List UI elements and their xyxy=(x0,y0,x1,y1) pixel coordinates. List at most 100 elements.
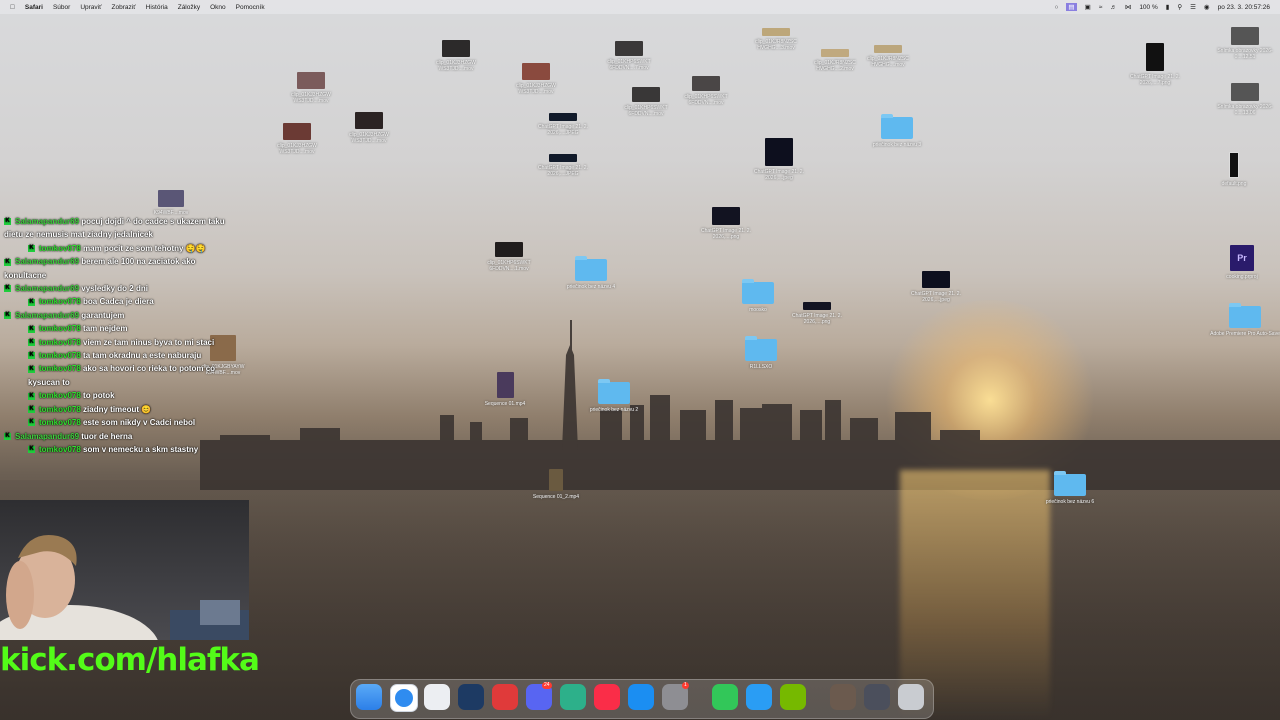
chat-text: tuor de herna xyxy=(81,431,133,441)
chat-message: Ktomkov078 viem ze tam ninus byva to mi … xyxy=(4,336,234,349)
chat-message: Ktomkov078 ziadny timeout 😊 xyxy=(4,403,234,416)
chat-username: tomkov078 xyxy=(39,337,81,347)
desktop-folder[interactable]: priečinok bez názvu 3 xyxy=(862,114,932,148)
finder-icon[interactable] xyxy=(356,684,382,710)
control-center-icon[interactable]: ☰ xyxy=(1190,3,1196,11)
launchpad-icon[interactable] xyxy=(424,684,450,710)
chat-badge-icon: K xyxy=(28,406,35,414)
menu-item-history[interactable]: História xyxy=(146,4,168,11)
desktop-file-clip[interactable]: clip_01KJ3HZGW WS3TJD....mov xyxy=(262,123,332,155)
menu-item-bookmarks[interactable]: Záložky xyxy=(178,4,200,11)
volume-icon[interactable]: ♬ xyxy=(1110,4,1117,11)
menu-item-window[interactable]: Okno xyxy=(210,4,226,11)
chat-username: tomkov078 xyxy=(39,297,81,307)
menu-app-name[interactable]: Safari xyxy=(25,4,43,11)
menu-bar:  Safari Súbor Upraviť Zobraziť História… xyxy=(0,0,1280,14)
desktop-file-clip[interactable]: clip_01KJ3HZGW WS3TJD....mov xyxy=(276,72,346,104)
chat-message: K Salamapandur69 pocuj dojdi ^ do cadce s… xyxy=(4,215,234,242)
trash-icon[interactable] xyxy=(898,684,924,710)
desktop-file-image[interactable]: ChatGPT Image 21. 2. 2026,....JPEG xyxy=(528,113,598,136)
phone-icon[interactable] xyxy=(712,684,738,710)
chat-badge-icon: K xyxy=(4,312,11,320)
desktop-folder[interactable]: priečinok bez názvu 2 xyxy=(579,379,649,413)
chat-message: Ktomkov078 som v nemecku a skm stastny xyxy=(4,443,234,456)
chat-username: tomkov078 xyxy=(39,404,81,414)
display-icon[interactable]: ▣ xyxy=(1085,3,1091,11)
wifi-icon[interactable]: ≈ xyxy=(1099,4,1103,11)
gamecontroller-icon[interactable] xyxy=(560,684,586,710)
desktop-file-clip[interactable]: clip_01KJ3HZGW WS3TJD....mov xyxy=(501,63,571,95)
chat-text: tam nejdem xyxy=(83,324,128,334)
desktop-file-image[interactable]: default.png xyxy=(1199,152,1269,187)
battery-percentage[interactable]: 100 % xyxy=(1139,4,1157,11)
desktop-file-image[interactable]: ChatGPT Image 21. 2. 2026,....JPEG xyxy=(528,154,598,177)
chat-badge-icon: K xyxy=(28,325,35,333)
desktop-file-image[interactable]: ChatGPT Image 21. 2. 2026,....png xyxy=(691,207,761,240)
desktop-file-clip[interactable]: clip_01KHP6SWKT 6FDDVN....1.mov xyxy=(474,242,544,272)
settings-badge: 1 xyxy=(682,682,689,689)
desktop-file-image[interactable]: ChatGPT Image 21. 2. 2026,....7.png xyxy=(1120,43,1190,86)
chat-badge-icon: K xyxy=(28,419,35,427)
desktop-file-clip[interactable]: clip_01KJR8NZSC HVGHG....mov xyxy=(853,45,923,68)
desktop-file-premiere[interactable]: Pr cooking.prproj xyxy=(1207,245,1277,280)
chat-badge-icon: K xyxy=(4,218,11,226)
desktop-file-video[interactable]: Sequence 01.mp4 xyxy=(470,372,540,407)
desktop-folder[interactable]: priečinok bez názvu 6 xyxy=(1035,471,1105,505)
siri-icon[interactable]: ◉ xyxy=(1204,3,1210,11)
menu-clock[interactable]: po 23. 3. 20:57:26 xyxy=(1218,4,1270,11)
desktop-file-image[interactable]: ChatGPT Image 21. 2. 2026,....jpeg xyxy=(901,271,971,303)
desktop-file-image[interactable]: ChatGPT Image 21. 2. 2026,....jpeg xyxy=(744,138,814,181)
chat-message: K Salamapandur69 garantujem xyxy=(4,309,234,322)
menu-item-file[interactable]: Súbor xyxy=(53,4,70,11)
chat-text: mam pocit ze som tehotny 🤤🤤 xyxy=(83,243,206,253)
chat-text: garantujem xyxy=(81,310,125,320)
downloads-icon[interactable] xyxy=(864,684,890,710)
chat-username: Salamapandur69 xyxy=(15,284,80,294)
nvidia-icon[interactable] xyxy=(780,684,806,710)
chat-badge-icon: K xyxy=(4,258,11,266)
chat-message: Ktomkov078 ta tam okradnu a este naburaj… xyxy=(4,349,234,362)
quicktime2-icon[interactable] xyxy=(746,684,772,710)
music-icon[interactable] xyxy=(594,684,620,710)
chat-text: vysledky do 2 dni xyxy=(81,284,148,294)
webcam-overlay xyxy=(0,500,249,640)
desktop-file-screenshot[interactable]: Snímka obrazovky 2026-0....12.51 xyxy=(1210,27,1280,60)
desktop-folder[interactable]: R1LLSXO xyxy=(726,336,796,370)
chat-username: Salamapandur69 xyxy=(15,431,80,441)
chat-message: Ktomkov078 este som nikdy v Cadci nebol xyxy=(4,416,234,429)
desktop-file-clip[interactable]: clip_01KHP6SWKT 6FDDVN....mov xyxy=(671,76,741,106)
menu-item-help[interactable]: Pomocník xyxy=(236,4,265,11)
chat-message: Ktomkov078 ako sa hovori co rieka to pot… xyxy=(4,362,234,389)
menu-item-edit[interactable]: Upraviť xyxy=(80,4,101,11)
apple-menu-icon[interactable]:  xyxy=(10,4,15,11)
chat-username: tomkov078 xyxy=(39,418,81,428)
desktop-file-clip[interactable]: K94WBF....mov xyxy=(136,190,206,216)
desktop-folder[interactable]: moosko xyxy=(723,279,793,313)
desktop-folder[interactable]: priečinok bez názvu 4 xyxy=(556,256,626,290)
desktop-file-clip[interactable]: clip_01KJR8NZSC HVGHG....3.mov xyxy=(741,28,811,51)
desktop-folder[interactable]: Adobe Premiere Pro Auto-Save xyxy=(1210,303,1280,337)
desktop-file-clip[interactable]: clip_01KJ3HZGW WS3TJD....mov xyxy=(334,112,404,144)
chat-username: tomkov078 xyxy=(39,351,81,361)
quicktime-icon[interactable] xyxy=(492,684,518,710)
bluetooth-icon[interactable]: ⋈ xyxy=(1125,3,1132,11)
stream-url: kick.com/hlafka xyxy=(0,642,260,678)
chat-text: ziadny timeout 😊 xyxy=(83,404,152,414)
menu-item-view[interactable]: Zobraziť xyxy=(112,4,136,11)
chat-text: boa Cadca je diera xyxy=(83,297,154,307)
chat-message: Ktomkov078 mam pocit ze som tehotny 🤤🤤 xyxy=(4,242,234,255)
safari-icon[interactable] xyxy=(390,684,418,712)
desktop-file-clip[interactable]: clip_01KHP6SWKT 6FDDVN....7.mov xyxy=(594,41,664,71)
status-icon[interactable]: ○ xyxy=(1054,4,1058,11)
search-icon[interactable]: ⚲ xyxy=(1177,3,1182,11)
battery-icon[interactable]: ▮ xyxy=(1166,3,1170,11)
desktop-file-screenshot[interactable]: Snímka obrazovky 2026-0....13.06 xyxy=(1210,83,1280,116)
desktop-file-video[interactable]: Sequence 01_2.mp4 xyxy=(521,469,591,500)
appstore-icon[interactable] xyxy=(628,684,654,710)
chat-username: Salamapandur69 xyxy=(15,217,80,226)
screen-record-icon[interactable]: ▤ xyxy=(1066,3,1077,11)
photo-stack-icon[interactable] xyxy=(830,684,856,710)
desktop-file-clip[interactable]: clip_01KJ3HZGW WS3TJD....mov xyxy=(421,40,491,72)
chat-message: Ktomkov078 tam nejdem xyxy=(4,322,234,335)
steam-icon[interactable] xyxy=(458,684,484,710)
